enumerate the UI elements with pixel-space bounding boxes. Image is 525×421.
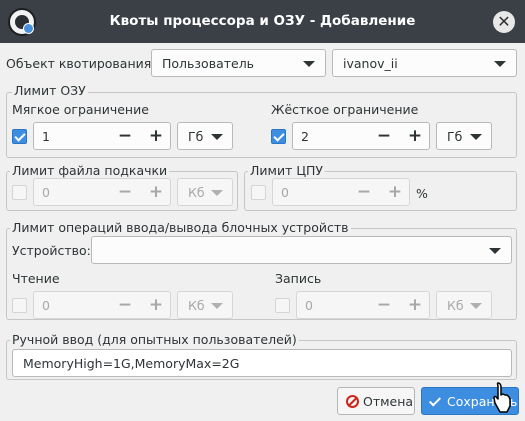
hard-limit-unit-select[interactable]: Гб — [436, 122, 492, 150]
soft-limit-unit-select[interactable]: Гб — [177, 122, 233, 150]
plus-icon[interactable]: + — [144, 292, 168, 318]
plus-icon[interactable]: + — [383, 179, 407, 205]
swap-limit-title: Лимит файла подкачки — [10, 163, 170, 178]
chevron-down-icon — [470, 303, 482, 309]
read-label: Чтение — [12, 271, 60, 286]
minus-icon[interactable]: − — [113, 123, 137, 149]
hard-limit-label: Жёсткое ограничение — [271, 102, 419, 117]
object-type-value: Пользователь — [162, 56, 255, 71]
chevron-down-icon — [303, 61, 315, 67]
swap-limit-checkbox[interactable] — [12, 185, 27, 200]
cpu-limit-unit: % — [416, 186, 428, 201]
hard-limit-unit: Гб — [447, 129, 463, 144]
ram-limit-title: Лимит ОЗУ — [12, 83, 88, 98]
title-bar: Квоты процессора и ОЗУ - Добавление ✕ — [0, 0, 525, 43]
plus-icon[interactable]: + — [144, 179, 168, 205]
cpu-limit-title: Лимит ЦПУ — [248, 163, 326, 178]
minus-icon[interactable]: − — [113, 292, 137, 318]
chevron-down-icon — [470, 134, 482, 140]
swap-limit-unit: Кб — [188, 185, 205, 200]
device-select[interactable] — [91, 236, 512, 264]
write-limit-value: 0 — [305, 298, 313, 313]
cpu-limit-spinner[interactable]: 0 − + — [272, 178, 410, 206]
device-label: Устройство: — [12, 243, 91, 258]
swap-limit-value: 0 — [42, 185, 50, 200]
chevron-down-icon — [489, 248, 501, 254]
chevron-down-icon — [494, 61, 506, 67]
cancel-button[interactable]: Отмена — [337, 387, 415, 415]
soft-limit-unit: Гб — [188, 129, 204, 144]
swap-limit-unit-select[interactable]: Кб — [177, 178, 233, 206]
write-limit-checkbox[interactable] — [275, 298, 290, 313]
write-limit-unit: Кб — [447, 298, 464, 313]
write-limit-spinner[interactable]: 0 − + — [296, 291, 430, 319]
object-name-value: ivanov_ii — [343, 56, 398, 71]
write-label: Запись — [275, 271, 322, 286]
mouse-pointer-icon — [493, 382, 511, 413]
minus-icon[interactable]: − — [352, 179, 376, 205]
write-limit-unit-select[interactable]: Кб — [436, 291, 492, 319]
io-limit-title: Лимит операций ввода/вывода блочных устр… — [10, 220, 351, 235]
hard-limit-checkbox[interactable] — [271, 129, 286, 144]
soft-limit-value: 1 — [42, 129, 50, 144]
plus-icon[interactable]: + — [403, 292, 427, 318]
object-name-select[interactable]: ivanov_ii — [332, 49, 517, 77]
read-limit-checkbox[interactable] — [12, 298, 27, 313]
plus-icon[interactable]: + — [403, 123, 427, 149]
check-icon — [428, 394, 442, 407]
read-limit-unit: Кб — [188, 298, 205, 313]
cancel-button-label: Отмена — [363, 394, 414, 409]
minus-icon[interactable]: − — [372, 292, 396, 318]
cpu-limit-value: 0 — [281, 185, 289, 200]
soft-limit-label: Мягкое ограничение — [12, 102, 149, 117]
soft-limit-spinner[interactable]: 1 − + — [33, 122, 171, 150]
close-button[interactable]: ✕ — [493, 11, 515, 33]
cpu-limit-checkbox[interactable] — [251, 185, 266, 200]
chevron-down-icon — [211, 134, 223, 140]
manual-input-title: Ручной ввод (для опытных пользователей) — [10, 332, 299, 347]
soft-limit-checkbox[interactable] — [12, 129, 27, 144]
chevron-down-icon — [211, 190, 223, 196]
object-label: Объект квотирования: — [6, 56, 156, 71]
cancel-icon — [346, 395, 359, 408]
object-type-select[interactable]: Пользователь — [151, 49, 326, 77]
read-limit-spinner[interactable]: 0 − + — [33, 291, 171, 319]
read-limit-value: 0 — [42, 298, 50, 313]
manual-input-value: MemoryHigh=1G,MemoryMax=2G — [23, 356, 240, 371]
read-limit-unit-select[interactable]: Кб — [177, 291, 233, 319]
hard-limit-value: 2 — [301, 129, 309, 144]
plus-icon[interactable]: + — [144, 123, 168, 149]
minus-icon[interactable]: − — [372, 123, 396, 149]
manual-input-field[interactable]: MemoryHigh=1G,MemoryMax=2G — [12, 349, 512, 377]
hard-limit-spinner[interactable]: 2 − + — [292, 122, 430, 150]
swap-limit-spinner[interactable]: 0 − + — [33, 178, 171, 206]
minus-icon[interactable]: − — [113, 179, 137, 205]
chevron-down-icon — [211, 303, 223, 309]
window-title: Квоты процессора и ОЗУ - Добавление — [109, 13, 416, 29]
